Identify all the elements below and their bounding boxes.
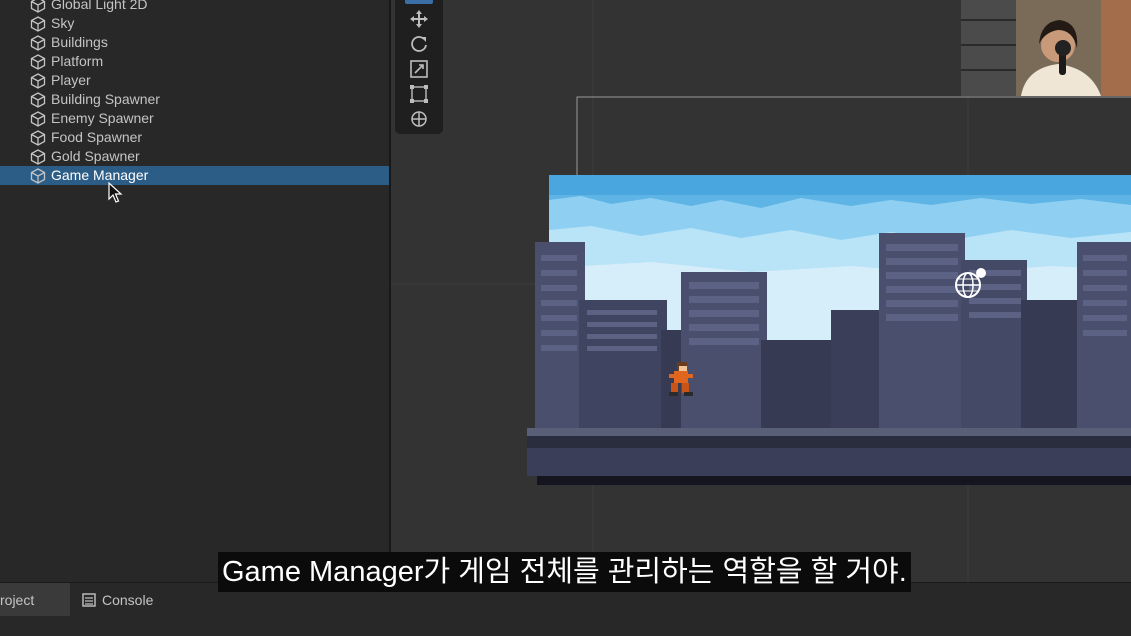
gameobject-cube-icon <box>30 149 46 165</box>
hierarchy-item-label: Global Light 2D <box>51 0 148 12</box>
gameobject-cube-icon <box>30 168 46 184</box>
hierarchy-item-label: Player <box>51 72 91 88</box>
hierarchy-item[interactable]: Player <box>0 71 389 90</box>
tab-project[interactable]: roject <box>0 583 70 617</box>
hierarchy-item[interactable]: Enemy Spawner <box>0 109 389 128</box>
gameobject-cube-icon <box>30 73 46 89</box>
tab-console[interactable]: Console <box>80 583 170 617</box>
tab-project-label: roject <box>0 592 35 608</box>
gameobject-cube-icon <box>30 54 46 70</box>
webcam-overlay <box>961 0 1131 96</box>
gameobject-cube-icon <box>30 130 46 146</box>
hierarchy-item[interactable]: Buildings <box>0 33 389 52</box>
hierarchy-item[interactable]: Building Spawner <box>0 90 389 109</box>
hierarchy-item-label: Gold Spawner <box>51 148 140 164</box>
gameobject-cube-icon <box>30 0 46 13</box>
hierarchy-item-label: Buildings <box>51 34 108 50</box>
hierarchy-item-label: Food Spawner <box>51 129 143 145</box>
hierarchy-item[interactable]: Game Manager <box>0 166 389 185</box>
rotate-tool-icon[interactable] <box>403 33 435 55</box>
hierarchy-item-label: Enemy Spawner <box>51 110 154 126</box>
hierarchy-item[interactable]: Gold Spawner <box>0 147 389 166</box>
gameobject-cube-icon <box>30 35 46 51</box>
transform-tool-icon[interactable] <box>403 108 435 130</box>
hierarchy-item-label: Sky <box>51 15 75 31</box>
scene-tools-palette <box>395 0 443 134</box>
mouse-cursor-icon <box>108 182 123 203</box>
hierarchy-item[interactable]: Food Spawner <box>0 128 389 147</box>
gameobject-cube-icon <box>30 92 46 108</box>
platform-sprite <box>527 428 1131 485</box>
bottom-panel-strip <box>0 616 1131 636</box>
hierarchy-item[interactable]: Sky <box>0 14 389 33</box>
hierarchy-item[interactable]: Global Light 2D <box>0 0 389 14</box>
rect-tool-icon[interactable] <box>403 83 435 105</box>
gameobject-cube-icon <box>30 111 46 127</box>
gameobject-cube-icon <box>30 16 46 32</box>
streamer-image <box>961 0 1131 96</box>
scale-tool-icon[interactable] <box>403 58 435 80</box>
move-tool-icon[interactable] <box>403 8 435 30</box>
hierarchy-item[interactable]: Platform <box>0 52 389 71</box>
console-icon <box>82 593 96 607</box>
hierarchy-item-label: Building Spawner <box>51 91 160 107</box>
tab-console-label: Console <box>102 592 154 608</box>
hierarchy-item-label: Game Manager <box>51 167 149 183</box>
hierarchy-item-label: Platform <box>51 53 104 69</box>
hierarchy-panel: Global Light 2D Sky Buildings Platform Playe… <box>0 0 389 582</box>
video-subtitle: Game Manager가 게임 전체를 관리하는 역할을 할 거야. <box>218 552 911 592</box>
